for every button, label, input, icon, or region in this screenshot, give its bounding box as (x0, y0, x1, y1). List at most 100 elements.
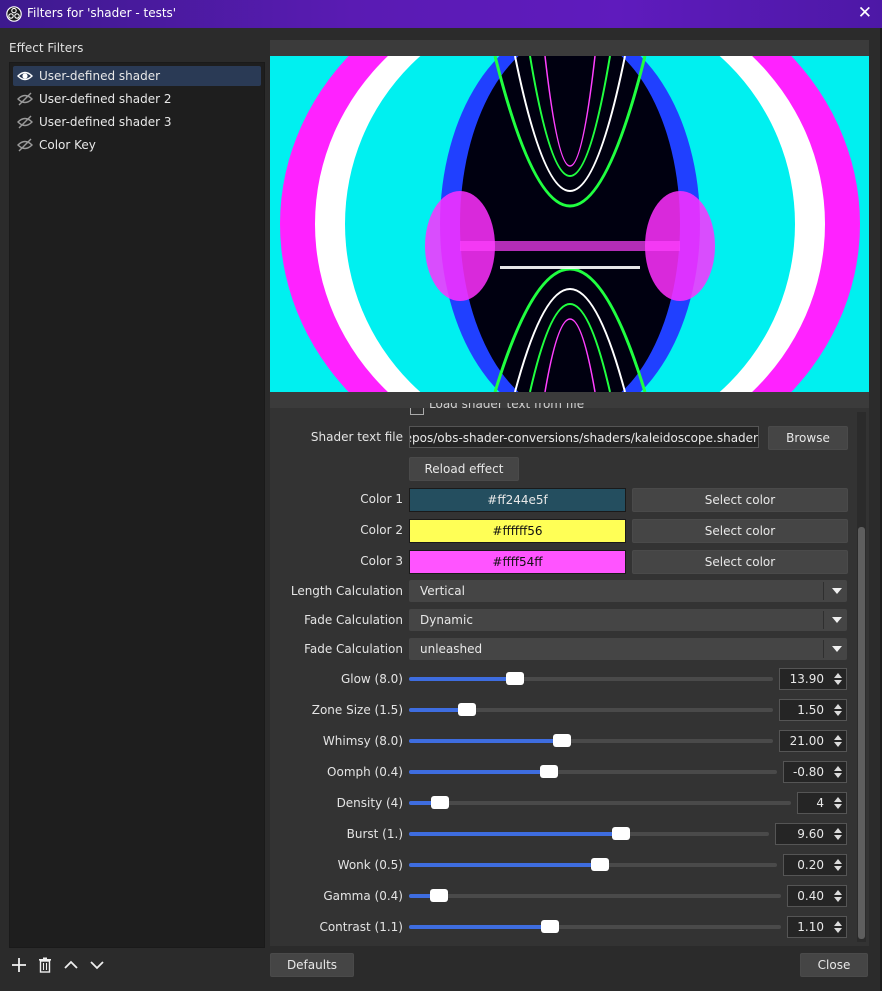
eye-visible-icon[interactable] (17, 69, 33, 83)
spinbox-value: 1.10 (797, 920, 824, 934)
slider-track[interactable] (409, 672, 773, 685)
slider-handle[interactable] (552, 734, 571, 747)
spin-up-icon[interactable] (834, 704, 842, 709)
slider-value-spinbox[interactable]: 13.90 (779, 668, 847, 690)
slider-label: Burst (1.) (346, 827, 403, 841)
spinbox-value: 0.20 (797, 858, 824, 872)
chevron-down-icon (832, 588, 842, 594)
spinbox-value: 0.40 (797, 889, 824, 903)
spin-up-icon[interactable] (834, 828, 842, 833)
move-down-icon[interactable] (88, 956, 106, 974)
shader-file-label: Shader text file (310, 430, 403, 444)
slider-handle[interactable] (429, 889, 448, 902)
select-color-button[interactable]: Select color (632, 488, 848, 512)
slider-fill (409, 832, 622, 836)
slider-track[interactable] (409, 858, 777, 871)
filter-item[interactable]: User-defined shader 3 (13, 112, 261, 132)
add-icon[interactable] (10, 956, 28, 974)
slider-label: Zone Size (1.5) (311, 703, 403, 717)
slider-handle[interactable] (458, 703, 477, 716)
trash-icon[interactable] (36, 956, 54, 974)
chevron-down-icon (832, 617, 842, 623)
filter-item[interactable]: Color Key (13, 135, 261, 155)
spin-up-icon[interactable] (834, 766, 842, 771)
filter-item[interactable]: User-defined shader (13, 66, 261, 86)
slider-value-spinbox[interactable]: 0.20 (783, 854, 847, 876)
defaults-button[interactable]: Defaults (270, 953, 354, 977)
spin-down-icon[interactable] (834, 866, 842, 871)
slider-track[interactable] (409, 734, 773, 747)
fade-calculation-dropdown[interactable]: unleashed (409, 638, 847, 660)
kaleidoscope-preview-image (270, 56, 869, 392)
chevron-down-icon (832, 646, 842, 652)
slider-track[interactable] (409, 796, 791, 809)
filter-list[interactable]: User-defined shader User-defined shader … (9, 62, 265, 948)
spinbox-value: 13.90 (789, 672, 824, 686)
slider-handle[interactable] (505, 672, 524, 685)
slider-value-spinbox[interactable]: 1.10 (787, 916, 847, 938)
close-button[interactable]: Close (800, 953, 868, 977)
slider-value-spinbox[interactable]: 21.00 (779, 730, 847, 752)
slider-handle[interactable] (430, 796, 449, 809)
length-calculation-dropdown[interactable]: Vertical (409, 580, 847, 602)
fade-calculation-label: Fade Calculation (304, 642, 403, 656)
eye-hidden-icon[interactable] (17, 92, 33, 106)
spin-down-icon[interactable] (834, 773, 842, 778)
slider-track[interactable] (409, 703, 773, 716)
load-from-file-label: Load shader text from file (429, 403, 585, 411)
slider-handle[interactable] (612, 827, 631, 840)
load-from-file-checkbox[interactable] (410, 408, 424, 415)
slider-value-spinbox[interactable]: 0.40 (787, 885, 847, 907)
spinbox-value: 1.50 (797, 703, 824, 717)
filter-item[interactable]: User-defined shader 2 (13, 89, 261, 109)
spin-up-icon[interactable] (834, 735, 842, 740)
effect-filters-heading: Effect Filters (9, 41, 84, 55)
dropdown-value: Vertical (420, 584, 465, 598)
slider-track[interactable] (409, 889, 781, 902)
slider-label: Glow (8.0) (340, 672, 403, 686)
spin-down-icon[interactable] (834, 711, 842, 716)
spin-down-icon[interactable] (834, 897, 842, 902)
eye-hidden-icon[interactable] (17, 115, 33, 129)
spin-up-icon[interactable] (834, 890, 842, 895)
slider-track[interactable] (409, 827, 769, 840)
window-close-icon[interactable]: ✕ (858, 3, 872, 23)
spin-down-icon[interactable] (834, 680, 842, 685)
spin-up-icon[interactable] (834, 921, 842, 926)
spin-up-icon[interactable] (834, 797, 842, 802)
spinbox-value: -0.80 (792, 765, 824, 779)
eye-hidden-icon[interactable] (17, 138, 33, 152)
fade-calculation-dropdown[interactable]: Dynamic (409, 609, 847, 631)
move-up-icon[interactable] (62, 956, 80, 974)
slider-label: Contrast (1.1) (319, 920, 403, 934)
slider-value-spinbox[interactable]: -0.80 (783, 761, 847, 783)
scrollbar-thumb[interactable] (858, 527, 865, 939)
slider-handle[interactable] (591, 858, 610, 871)
slider-value-spinbox[interactable]: 9.60 (775, 823, 847, 845)
reload-effect-button[interactable]: Reload effect (409, 457, 519, 481)
spin-down-icon[interactable] (834, 804, 842, 809)
fade-calculation-label: Fade Calculation (304, 613, 403, 627)
shader-file-input[interactable]: /repos/obs-shader-conversions/shaders/ka… (409, 426, 759, 448)
spin-down-icon[interactable] (834, 835, 842, 840)
filter-item-label: User-defined shader 3 (39, 115, 172, 129)
select-color-button[interactable]: Select color (632, 550, 848, 574)
color-swatch: #ffffff56 (409, 519, 626, 543)
slider-value-spinbox[interactable]: 1.50 (779, 699, 847, 721)
spin-down-icon[interactable] (834, 742, 842, 747)
dropdown-value: Dynamic (420, 613, 473, 627)
select-color-button[interactable]: Select color (632, 519, 848, 543)
filter-item-label: User-defined shader (39, 69, 161, 83)
spin-down-icon[interactable] (834, 928, 842, 933)
slider-handle[interactable] (541, 920, 560, 933)
spin-up-icon[interactable] (834, 673, 842, 678)
spin-up-icon[interactable] (834, 859, 842, 864)
color-swatch: #ff244e5f (409, 488, 626, 512)
slider-value-spinbox[interactable]: 4 (797, 792, 847, 814)
browse-button[interactable]: Browse (768, 426, 848, 450)
slider-label: Gamma (0.4) (323, 889, 403, 903)
dropdown-value: unleashed (420, 642, 483, 656)
slider-track[interactable] (409, 765, 777, 778)
slider-track[interactable] (409, 920, 781, 933)
slider-handle[interactable] (539, 765, 558, 778)
